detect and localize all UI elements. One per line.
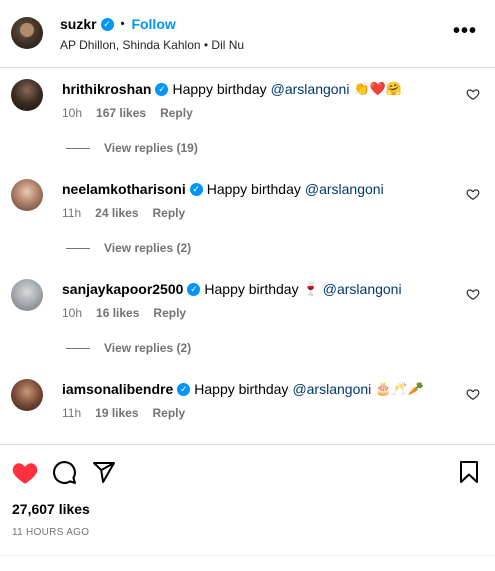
view-replies-button[interactable]: View replies (2)	[66, 341, 191, 355]
heart-outline-icon[interactable]	[466, 87, 480, 101]
comment-username[interactable]: neelamkotharisoni	[62, 181, 186, 197]
paper-plane-icon[interactable]	[92, 460, 116, 484]
comment-likes[interactable]: 19 likes	[95, 406, 138, 420]
comment-line: neelamkotharisoni ✓ Happy birthday @arsl…	[62, 181, 384, 197]
comment-mention[interactable]: @arslangoni	[323, 281, 402, 297]
comment-username[interactable]: hrithikroshan	[62, 81, 151, 97]
comment-likes[interactable]: 167 likes	[96, 106, 146, 120]
comment-line: sanjaykapoor2500 ✓ Happy birthday 🍷 @ars…	[62, 281, 402, 297]
post-header: suzkr ✓ • Follow AP Dhillon, Shinda Kahl…	[0, 0, 495, 68]
divider-line	[66, 247, 90, 249]
commenter-avatar[interactable]	[11, 279, 43, 311]
verified-badge-icon: ✓	[187, 282, 201, 296]
verified-badge-icon: ✓	[189, 182, 203, 196]
audio-subtitle[interactable]: AP Dhillon, Shinda Kahlon • Dil Nu	[60, 38, 244, 52]
commenter-avatar[interactable]	[11, 179, 43, 211]
reply-button[interactable]: Reply	[153, 406, 186, 420]
heart-filled-icon[interactable]	[12, 461, 38, 485]
comment-meta: 11h 24 likes Reply	[62, 206, 185, 220]
speech-bubble-icon[interactable]	[52, 460, 77, 485]
view-replies-button[interactable]: View replies (19)	[66, 141, 198, 155]
view-replies-label: View replies (19)	[104, 141, 198, 155]
verified-badge-icon: ✓	[177, 382, 191, 396]
author-username[interactable]: suzkr	[60, 16, 97, 32]
reply-button[interactable]: Reply	[160, 106, 193, 120]
view-replies-button[interactable]: View replies (2)	[66, 241, 191, 255]
comment-likes[interactable]: 24 likes	[95, 206, 138, 220]
comment-meta: 11h 19 likes Reply	[62, 406, 185, 420]
comment-time[interactable]: 11h	[62, 206, 81, 220]
comment-line: iamsonalibendre ✓ Happy birthday @arslan…	[62, 381, 424, 397]
comment-text: Happy birthday	[172, 81, 267, 97]
author-line: suzkr ✓ • Follow	[60, 16, 176, 32]
heart-outline-icon[interactable]	[466, 287, 480, 301]
comment-time[interactable]: 10h	[62, 106, 82, 120]
more-options-icon[interactable]: •••	[453, 21, 477, 41]
comment-item: hrithikroshan ✓ Happy birthday @arslango…	[0, 69, 495, 169]
comment-username[interactable]: iamsonalibendre	[62, 381, 173, 397]
comment-text: Happy birthday	[194, 381, 289, 397]
follow-button[interactable]: Follow	[131, 16, 175, 32]
post-likes-count[interactable]: 27,607 likes	[12, 501, 90, 517]
post-action-bar	[0, 444, 495, 504]
dot-separator: •	[120, 18, 125, 30]
divider-line	[66, 347, 90, 349]
divider-line	[66, 147, 90, 149]
comment-username[interactable]: sanjaykapoor2500	[62, 281, 183, 297]
comment-emoji: 🎂🥂🥕	[375, 381, 424, 396]
verified-badge-icon: ✓	[155, 82, 169, 96]
post-timestamp[interactable]: 11 HOURS AGO	[12, 527, 89, 538]
verified-badge-icon: ✓	[100, 17, 114, 31]
comment-text: Happy birthday	[204, 281, 299, 297]
comment-emoji: 👏❤️🤗	[353, 81, 403, 96]
view-replies-label: View replies (2)	[104, 341, 192, 355]
comment-text: Happy birthday	[206, 181, 301, 197]
divider	[0, 555, 495, 556]
reply-button[interactable]: Reply	[153, 206, 186, 220]
comment-mention[interactable]: @arslangoni	[305, 181, 384, 197]
view-replies-label: View replies (2)	[104, 241, 192, 255]
commenter-avatar[interactable]	[11, 379, 43, 411]
comment-item: neelamkotharisoni ✓ Happy birthday @arsl…	[0, 169, 495, 269]
bookmark-icon[interactable]	[458, 460, 480, 484]
comment-mention[interactable]: @arslangoni	[271, 81, 350, 97]
heart-outline-icon[interactable]	[466, 387, 480, 401]
wine-glass-emoji: 🍷	[302, 281, 319, 296]
comment-time[interactable]: 10h	[62, 306, 82, 320]
heart-outline-icon[interactable]	[466, 187, 480, 201]
comment-meta: 10h 167 likes Reply	[62, 106, 193, 120]
comment-line: hrithikroshan ✓ Happy birthday @arslango…	[62, 81, 402, 97]
reply-button[interactable]: Reply	[153, 306, 186, 320]
comment-mention[interactable]: @arslangoni	[292, 381, 371, 397]
comment-meta: 10h 16 likes Reply	[62, 306, 186, 320]
comment-item: sanjaykapoor2500 ✓ Happy birthday 🍷 @ars…	[0, 269, 495, 369]
commenter-avatar[interactable]	[11, 79, 43, 111]
author-avatar[interactable]	[11, 17, 43, 49]
comment-time[interactable]: 11h	[62, 406, 81, 420]
comment-likes[interactable]: 16 likes	[96, 306, 139, 320]
